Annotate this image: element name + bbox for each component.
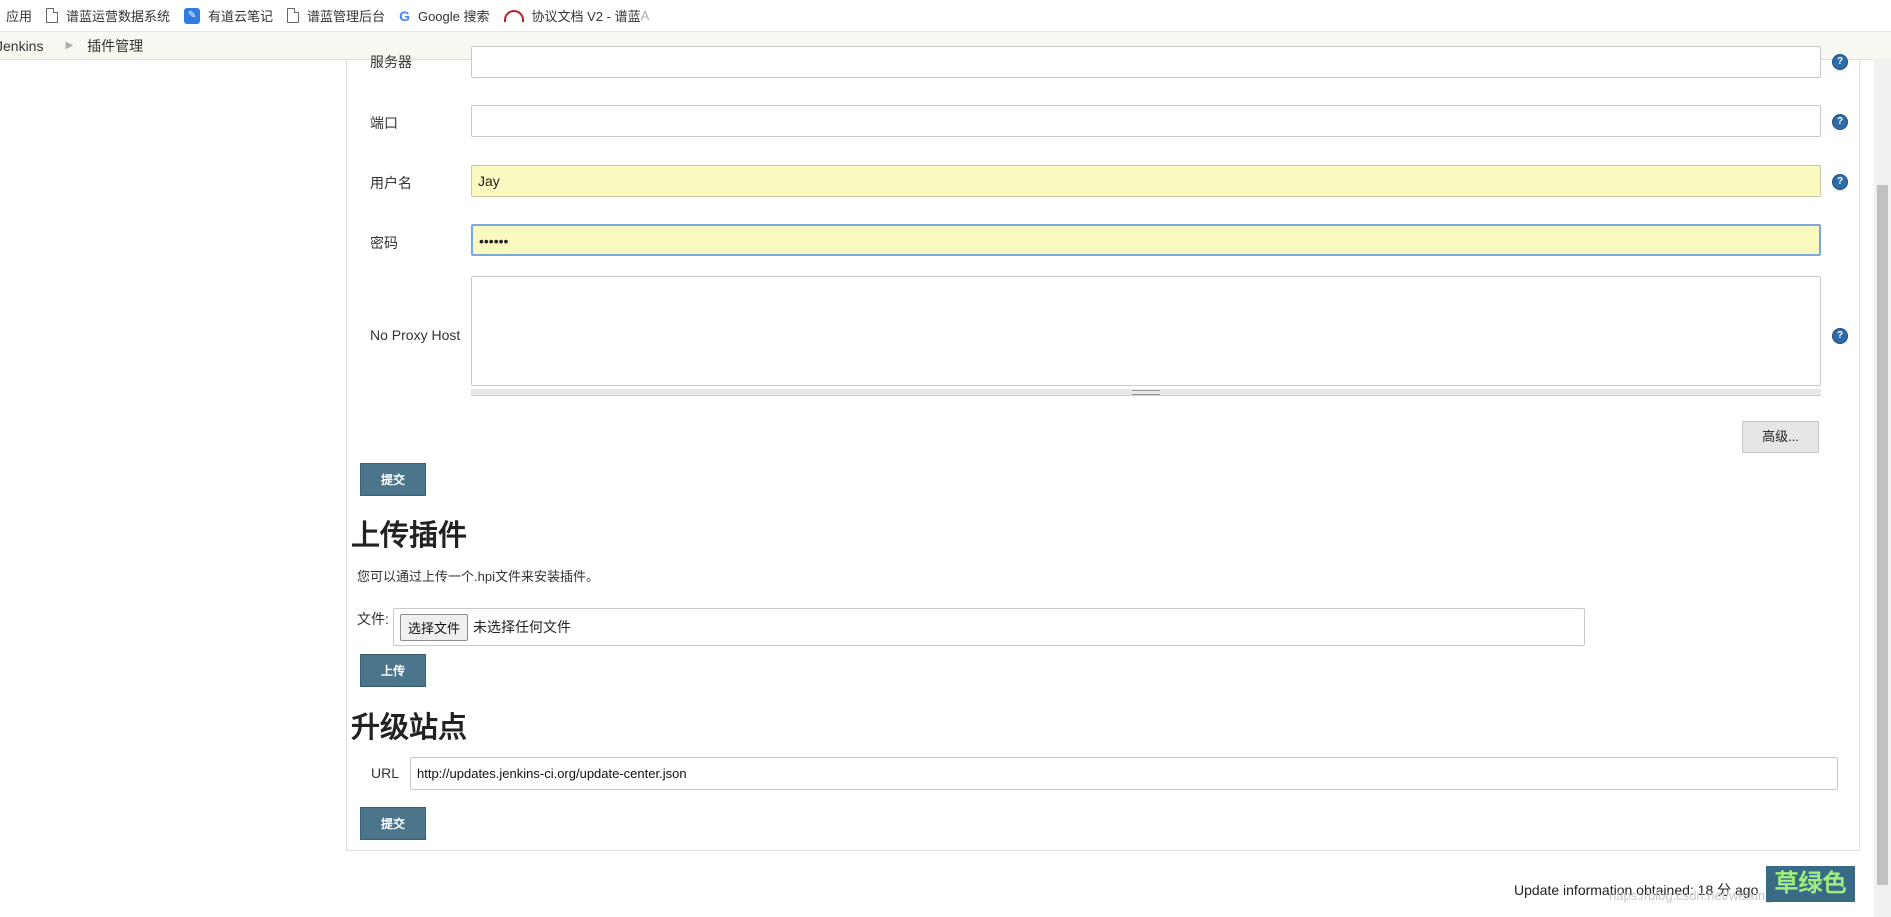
color-badge: 草绿色 <box>1766 866 1855 902</box>
scrollbar-thumb[interactable] <box>1877 185 1888 885</box>
server-field[interactable] <box>471 46 1821 78</box>
choose-file-button[interactable]: 选择文件 <box>400 613 469 641</box>
upload-plugin-heading: 上传插件 <box>351 520 468 552</box>
help-icon[interactable]: ? <box>1832 114 1848 130</box>
port-field[interactable] <box>471 105 1821 137</box>
bookmark-operations-system[interactable]: 谱蓝运营数据系统 <box>46 6 170 25</box>
no-file-chosen-text: 未选择任何文件 <box>473 619 572 635</box>
help-icon[interactable]: ? <box>1832 54 1848 70</box>
advanced-button[interactable]: 高级... <box>1742 421 1819 453</box>
port-label: 端口 <box>370 115 398 131</box>
bookmark-label: 谱蓝运营数据系统 <box>66 9 171 24</box>
username-field[interactable]: Jay <box>471 165 1821 197</box>
bookmark-google-search[interactable]: G Google 搜索 <box>399 6 489 25</box>
google-icon: G <box>399 7 410 24</box>
bookmark-label: 有道云笔记 <box>208 9 274 24</box>
password-field[interactable]: •••••• <box>471 224 1821 256</box>
breadcrumb-plugin-manager[interactable]: 插件管理 <box>87 36 143 56</box>
no-proxy-host-textarea[interactable] <box>471 276 1821 386</box>
bookmark-apps[interactable]: 应用 <box>6 6 32 25</box>
file-label: 文件: <box>357 611 389 627</box>
breadcrumb-jenkins[interactable]: Jenkins <box>0 38 43 54</box>
youdao-icon: ✎ <box>184 7 201 24</box>
update-site-heading: 升级站点 <box>351 712 468 744</box>
page-icon <box>46 8 59 23</box>
grip-icon <box>1132 390 1160 395</box>
url-label: URL <box>371 765 400 781</box>
bookmark-label: 应用 <box>6 9 33 24</box>
upload-button[interactable]: 上传 <box>360 654 426 687</box>
server-label: 服务器 <box>370 54 412 70</box>
help-icon[interactable]: ? <box>1832 174 1848 190</box>
bookmark-label: 谱蓝管理后台 <box>307 9 386 24</box>
cloud-icon <box>503 9 524 22</box>
file-input[interactable]: 选择文件 未选择任何文件 <box>393 608 1585 646</box>
bookmarks-bar: 应用 谱蓝运营数据系统 ✎ 有道云笔记 谱蓝管理后台 G Google 搜索 协… <box>0 0 1891 32</box>
password-label: 密码 <box>370 235 398 251</box>
bookmark-label: Google 搜索 <box>417 9 490 24</box>
page-icon <box>287 8 300 23</box>
update-site-submit-button[interactable]: 提交 <box>360 807 426 840</box>
chevron-right-icon: ▶ <box>65 40 74 51</box>
help-icon[interactable]: ? <box>1832 328 1848 344</box>
upload-description: 您可以通过上传一个.hpi文件来安装插件。 <box>357 569 599 584</box>
username-label: 用户名 <box>370 175 412 191</box>
bookmark-label: 协议文档 V2 - 谱蓝 <box>531 9 641 24</box>
proxy-submit-button[interactable]: 提交 <box>360 463 426 496</box>
bookmark-youdao-note[interactable]: ✎ 有道云笔记 <box>184 6 273 25</box>
textarea-resize-handle[interactable] <box>471 389 1821 396</box>
update-site-url-field[interactable]: http://updates.jenkins-ci.org/update-cen… <box>410 757 1838 790</box>
bookmark-admin-backend[interactable]: 谱蓝管理后台 <box>287 6 385 25</box>
no-proxy-host-label: No Proxy Host <box>370 327 461 343</box>
bookmark-protocol-docs[interactable]: 协议文档 V2 - 谱蓝 A <box>503 6 649 25</box>
